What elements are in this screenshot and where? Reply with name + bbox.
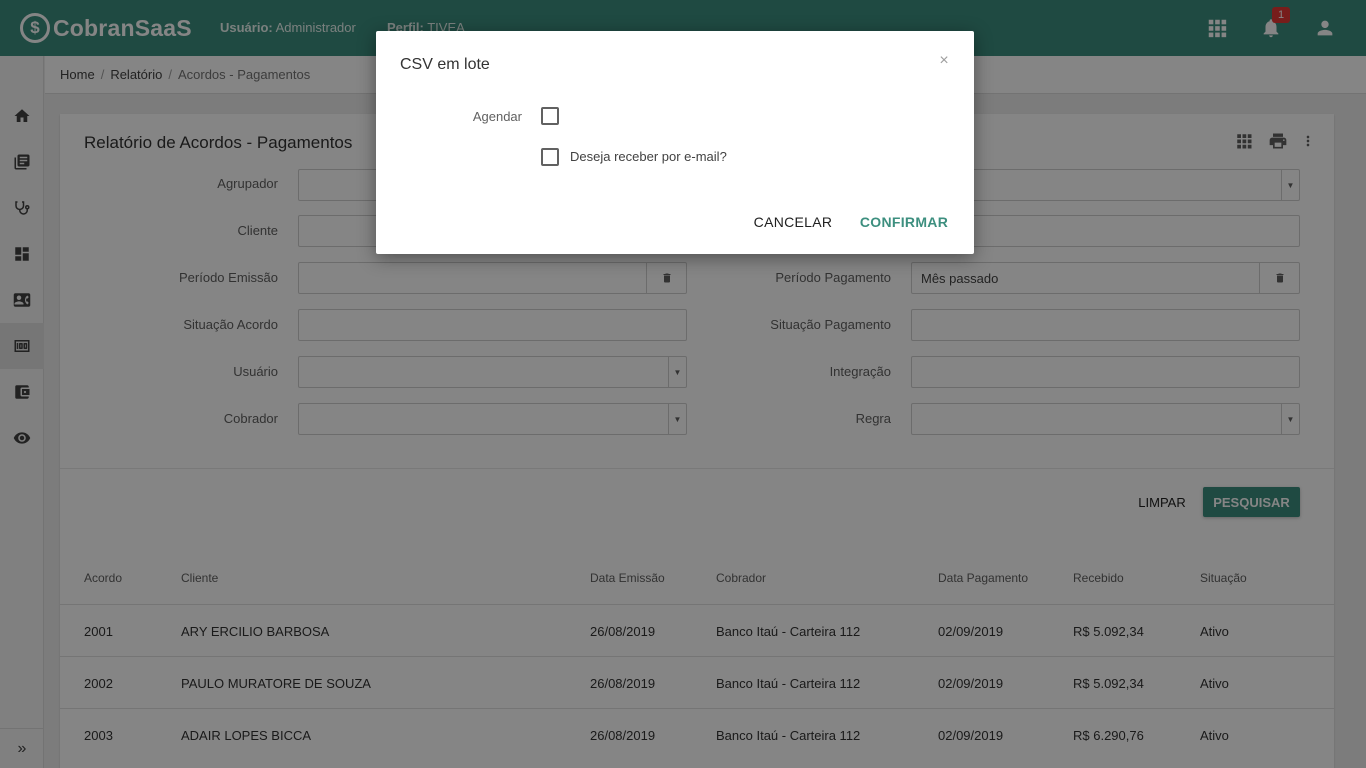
schedule-label: Agendar: [472, 109, 522, 124]
cancel-button[interactable]: CANCELAR: [748, 209, 838, 235]
csv-batch-dialog: CSV em lote × Agendar Deseja receber por…: [376, 31, 974, 254]
confirm-button[interactable]: CONFIRMAR: [854, 209, 954, 235]
email-checkbox-label[interactable]: Deseja receber por e-mail?: [570, 149, 727, 164]
dialog-title: CSV em lote: [400, 56, 490, 73]
close-icon[interactable]: ×: [936, 53, 952, 69]
email-checkbox[interactable]: [541, 148, 559, 166]
schedule-checkbox[interactable]: [541, 107, 559, 125]
